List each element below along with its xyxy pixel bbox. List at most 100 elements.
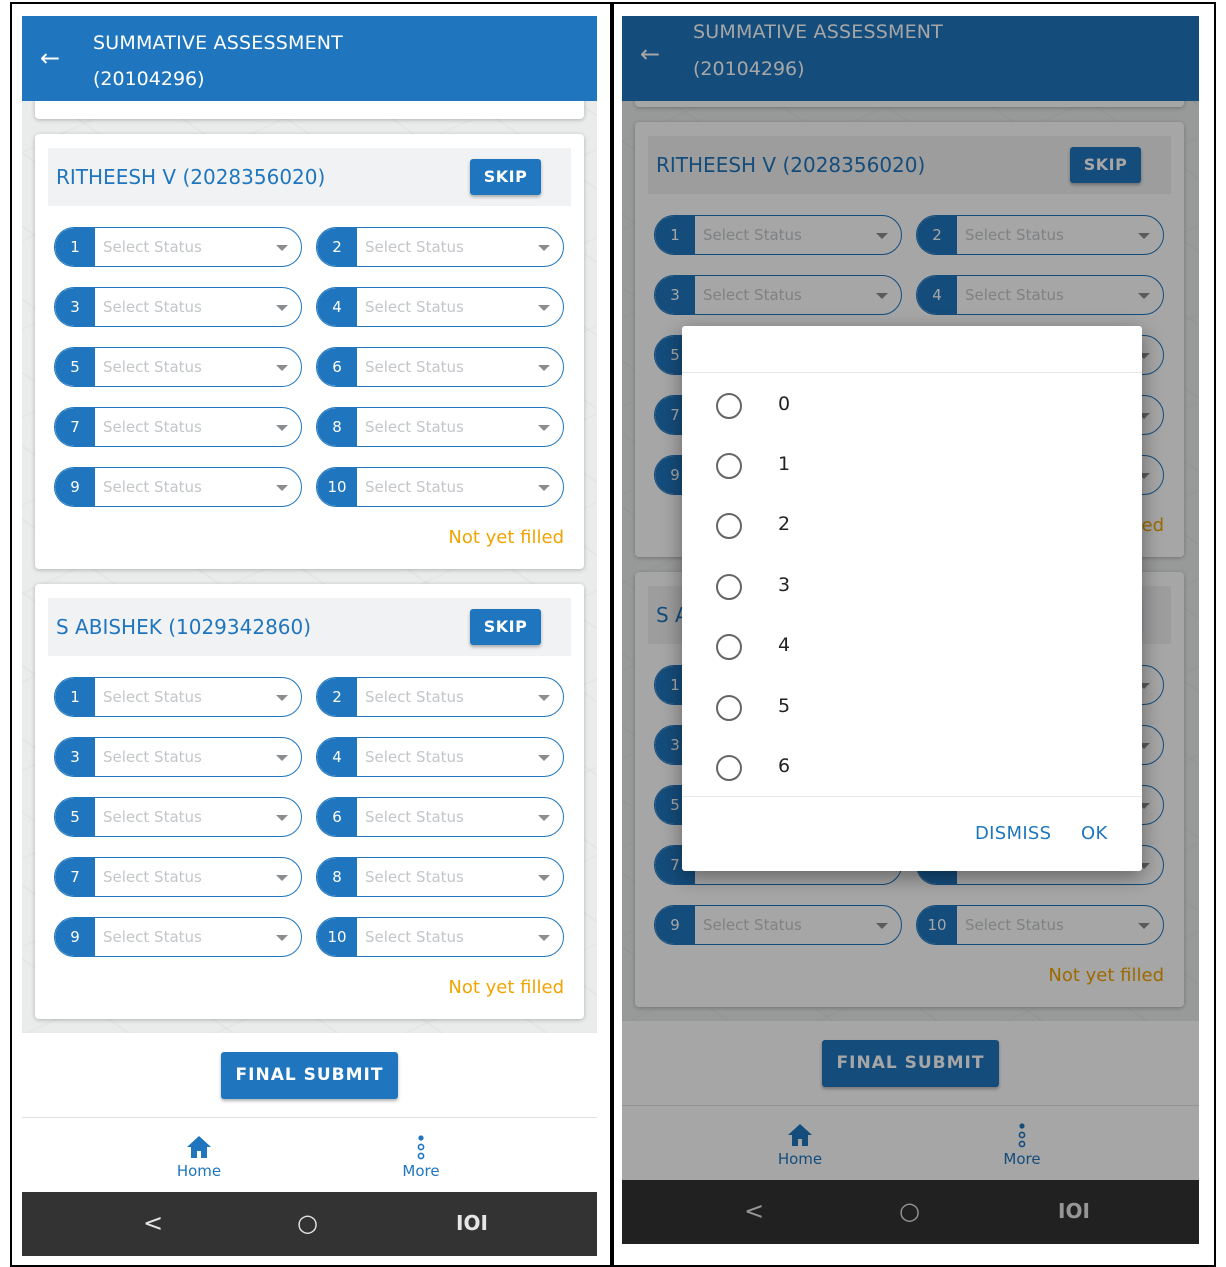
question-select-4[interactable]: 4 Select Status (316, 287, 564, 327)
option-label: 0 (778, 393, 791, 415)
question-number: 5 (55, 798, 95, 836)
question-select-1[interactable]: 1 Select Status (54, 677, 302, 717)
nav-more-label: More (402, 1162, 440, 1180)
question-select-8[interactable]: 8 Select Status (316, 407, 564, 447)
select-placeholder: Select Status (365, 748, 464, 766)
radio-unchecked-icon[interactable] (716, 513, 742, 539)
select-placeholder: Select Status (365, 868, 464, 886)
question-select-7[interactable]: 7 Select Status (54, 407, 302, 447)
question-select-3[interactable]: 3 Select Status (54, 287, 302, 327)
question-select-1[interactable]: 1 Select Status (54, 227, 302, 267)
question-select-7[interactable]: 7 Select Status (54, 857, 302, 897)
question-number: 3 (55, 288, 95, 326)
select-placeholder: Select Status (365, 238, 464, 256)
radio-unchecked-icon[interactable] (716, 634, 742, 660)
select-placeholder: Select Status (103, 748, 202, 766)
nav-home[interactable]: Home (164, 1134, 234, 1180)
caret-down-icon (538, 365, 550, 371)
question-number: 6 (317, 348, 357, 386)
question-number: 9 (55, 468, 95, 506)
radio-unchecked-icon[interactable] (716, 453, 742, 479)
caret-down-icon (538, 815, 550, 821)
question-select-10[interactable]: 10 Select Status (316, 467, 564, 507)
caret-down-icon (538, 305, 550, 311)
question-number: 8 (317, 408, 357, 446)
page-title: SUMMATIVE ASSESSMENT (93, 32, 343, 54)
student-card-header: RITHEESH V (2028356020) SKIP (48, 148, 571, 206)
question-select-9[interactable]: 9 Select Status (54, 917, 302, 957)
caret-down-icon (276, 875, 288, 881)
student-name: RITHEESH V (2028356020) (56, 165, 326, 189)
nav-home-label: Home (176, 1162, 222, 1180)
select-placeholder: Select Status (365, 298, 464, 316)
question-number: 6 (317, 798, 357, 836)
select-placeholder: Select Status (365, 478, 464, 496)
question-number: 7 (55, 858, 95, 896)
radio-unchecked-icon[interactable] (716, 755, 742, 781)
caret-down-icon (538, 755, 550, 761)
caret-down-icon (276, 485, 288, 491)
nav-more[interactable]: More (386, 1134, 456, 1180)
question-select-6[interactable]: 6 Select Status (316, 347, 564, 387)
select-placeholder: Select Status (365, 808, 464, 826)
student-card: S ABISHEK (1029342860) SKIP 1 Select Stat… (35, 584, 584, 1019)
caret-down-icon (538, 695, 550, 701)
question-select-4[interactable]: 4 Select Status (316, 737, 564, 777)
select-placeholder: Select Status (365, 358, 464, 376)
option-label: 4 (778, 634, 791, 656)
question-select-5[interactable]: 5 Select Status (54, 797, 302, 837)
student-card-header: S ABISHEK (1029342860) SKIP (48, 598, 571, 656)
radio-unchecked-icon[interactable] (716, 695, 742, 721)
caret-down-icon (538, 485, 550, 491)
status-picker-dialog: 0 1 2 3 4 5 6 DISMISS OK (682, 326, 1142, 871)
caret-down-icon (276, 245, 288, 251)
student-card: RITHEESH V (2028356020) SKIP 1 Select Sta… (35, 134, 584, 569)
select-placeholder: Select Status (103, 688, 202, 706)
question-number: 4 (317, 288, 357, 326)
system-home-icon[interactable]: ○ (297, 1210, 318, 1236)
option-label: 3 (778, 574, 791, 596)
question-select-2[interactable]: 2 Select Status (316, 227, 564, 267)
app-bar: ← SUMMATIVE ASSESSMENT (20104296) (22, 16, 597, 101)
system-recents-icon[interactable]: IOI (456, 1210, 488, 1236)
caret-down-icon (276, 425, 288, 431)
question-number: 10 (317, 468, 357, 506)
page-subtitle: (20104296) (93, 68, 205, 90)
ok-button[interactable]: OK (1081, 823, 1108, 844)
caret-down-icon (276, 935, 288, 941)
select-placeholder: Select Status (103, 478, 202, 496)
caret-down-icon (538, 425, 550, 431)
dismiss-button[interactable]: DISMISS (975, 823, 1051, 844)
scroll-content[interactable]: RITHEESH V (2028356020) SKIP 1 Select Sta… (22, 101, 597, 1033)
left-phone-screen: ← SUMMATIVE ASSESSMENT (20104296) RITHEE… (22, 16, 597, 1256)
fill-status-label: Not yet filled (448, 977, 564, 998)
radio-unchecked-icon[interactable] (716, 574, 742, 600)
final-submit-button[interactable]: FINAL SUBMIT (221, 1052, 398, 1099)
question-number: 10 (317, 918, 357, 956)
question-select-10[interactable]: 10 Select Status (316, 917, 564, 957)
select-placeholder: Select Status (103, 808, 202, 826)
caret-down-icon (538, 245, 550, 251)
fill-status-label: Not yet filled (448, 527, 564, 548)
question-number: 1 (55, 228, 95, 266)
question-select-3[interactable]: 3 Select Status (54, 737, 302, 777)
radio-unchecked-icon[interactable] (716, 393, 742, 419)
caret-down-icon (538, 935, 550, 941)
question-number: 9 (55, 918, 95, 956)
student-name: S ABISHEK (1029342860) (56, 615, 312, 639)
question-select-6[interactable]: 6 Select Status (316, 797, 564, 837)
question-number: 5 (55, 348, 95, 386)
question-select-8[interactable]: 8 Select Status (316, 857, 564, 897)
question-number: 4 (317, 738, 357, 776)
question-select-5[interactable]: 5 Select Status (54, 347, 302, 387)
previous-card-edge (35, 101, 584, 119)
system-back-icon[interactable]: < (143, 1210, 163, 1236)
arrow-left-icon[interactable]: ← (40, 46, 60, 70)
skip-button[interactable]: SKIP (470, 609, 541, 645)
skip-button[interactable]: SKIP (470, 159, 541, 195)
select-placeholder: Select Status (103, 868, 202, 886)
question-select-2[interactable]: 2 Select Status (316, 677, 564, 717)
dialog-divider (682, 796, 1142, 797)
question-select-9[interactable]: 9 Select Status (54, 467, 302, 507)
dialog-divider (682, 372, 1142, 373)
